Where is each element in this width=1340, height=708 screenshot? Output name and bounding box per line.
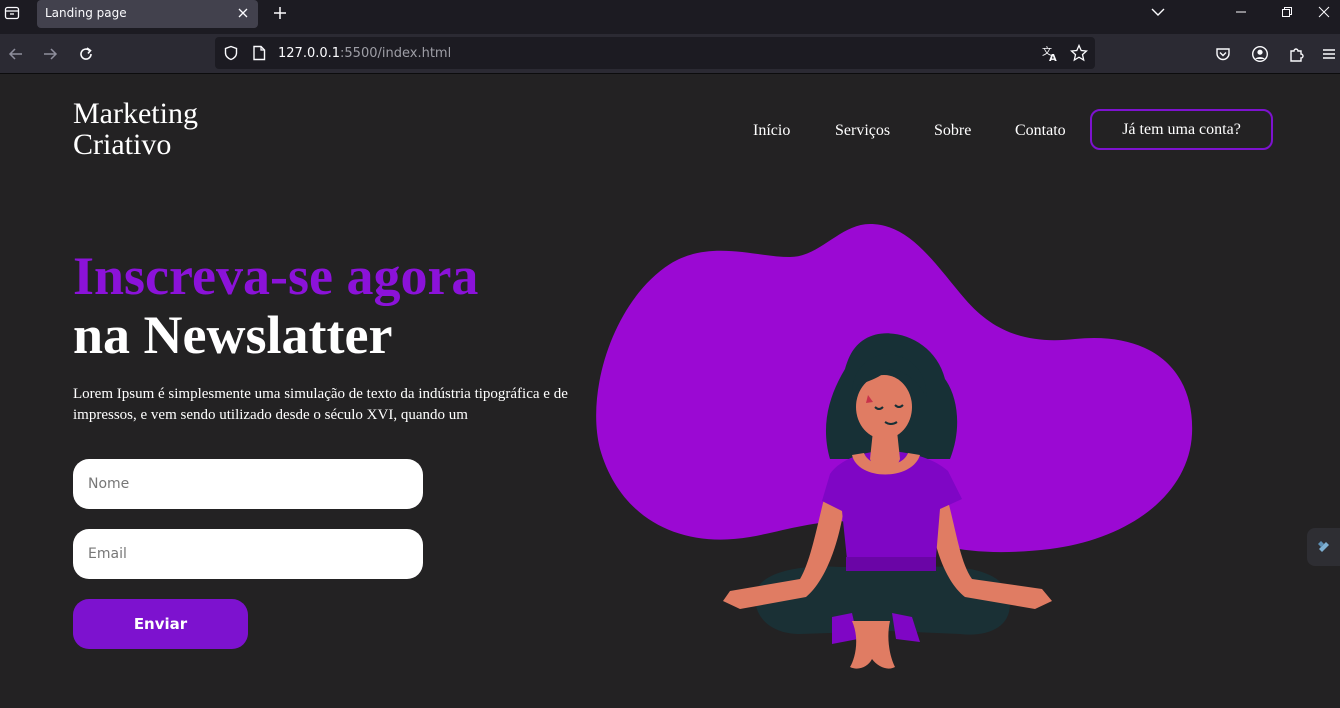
login-button[interactable]: Já tem uma conta?	[1090, 109, 1273, 150]
shield-icon[interactable]	[219, 41, 243, 65]
browser-nav-bar: 127.0.0.1:5500/index.html 文A	[0, 34, 1340, 74]
headline-accent: Inscreva-se agora	[73, 246, 479, 306]
landing-page: Marketing Criativo Início Serviços Sobre…	[0, 74, 1340, 708]
logo-line-2: Criativo	[73, 128, 172, 161]
account-icon[interactable]	[1246, 40, 1274, 68]
headline-main: na Newslatter	[73, 305, 393, 365]
logo[interactable]: Marketing Criativo	[73, 98, 253, 160]
browser-tab-bar: Landing page	[0, 0, 1340, 34]
translate-icon[interactable]: 文A	[1038, 41, 1062, 65]
plus-icon[interactable]	[268, 1, 292, 25]
logo-line-1: Marketing	[73, 97, 198, 130]
reload-icon[interactable]	[72, 40, 100, 68]
url-text: 127.0.0.1:5500/index.html	[278, 46, 451, 61]
nav-link-servicos[interactable]: Serviços	[835, 122, 890, 140]
puzzle-icon[interactable]	[1283, 40, 1311, 68]
menu-icon[interactable]	[1318, 40, 1340, 68]
tab-title: Landing page	[45, 6, 127, 20]
nav-link-contato[interactable]: Contato	[1015, 122, 1066, 140]
url-path: :5500/index.html	[340, 46, 452, 61]
star-icon[interactable]	[1067, 41, 1091, 65]
hero-description: Lorem Ipsum é simplesmente uma simulação…	[73, 386, 568, 423]
window-close-icon[interactable]	[1308, 0, 1340, 24]
forward-arrow-icon[interactable]	[36, 40, 64, 68]
url-host: 127.0.0.1	[278, 46, 341, 61]
back-arrow-icon[interactable]	[2, 40, 30, 68]
minimize-icon[interactable]	[1218, 0, 1264, 24]
pocket-icon[interactable]	[1209, 40, 1237, 68]
tab-list-icon[interactable]	[0, 0, 24, 26]
submit-button[interactable]: Enviar	[73, 599, 248, 649]
email-input[interactable]	[73, 529, 423, 579]
side-panel-icon[interactable]	[1307, 528, 1340, 566]
browser-tab[interactable]: Landing page	[37, 0, 258, 28]
nav-link-sobre[interactable]: Sobre	[934, 122, 971, 140]
url-bar[interactable]: 127.0.0.1:5500/index.html 文A	[215, 37, 1095, 69]
svg-text:A: A	[1049, 53, 1057, 62]
restore-icon[interactable]	[1264, 0, 1310, 24]
name-input[interactable]	[73, 459, 423, 509]
chevron-down-icon[interactable]	[1147, 2, 1169, 22]
nav-link-inicio[interactable]: Início	[753, 122, 790, 140]
page-icon[interactable]	[247, 41, 271, 65]
meditation-illustration	[596, 224, 1193, 669]
close-icon[interactable]	[234, 4, 252, 22]
